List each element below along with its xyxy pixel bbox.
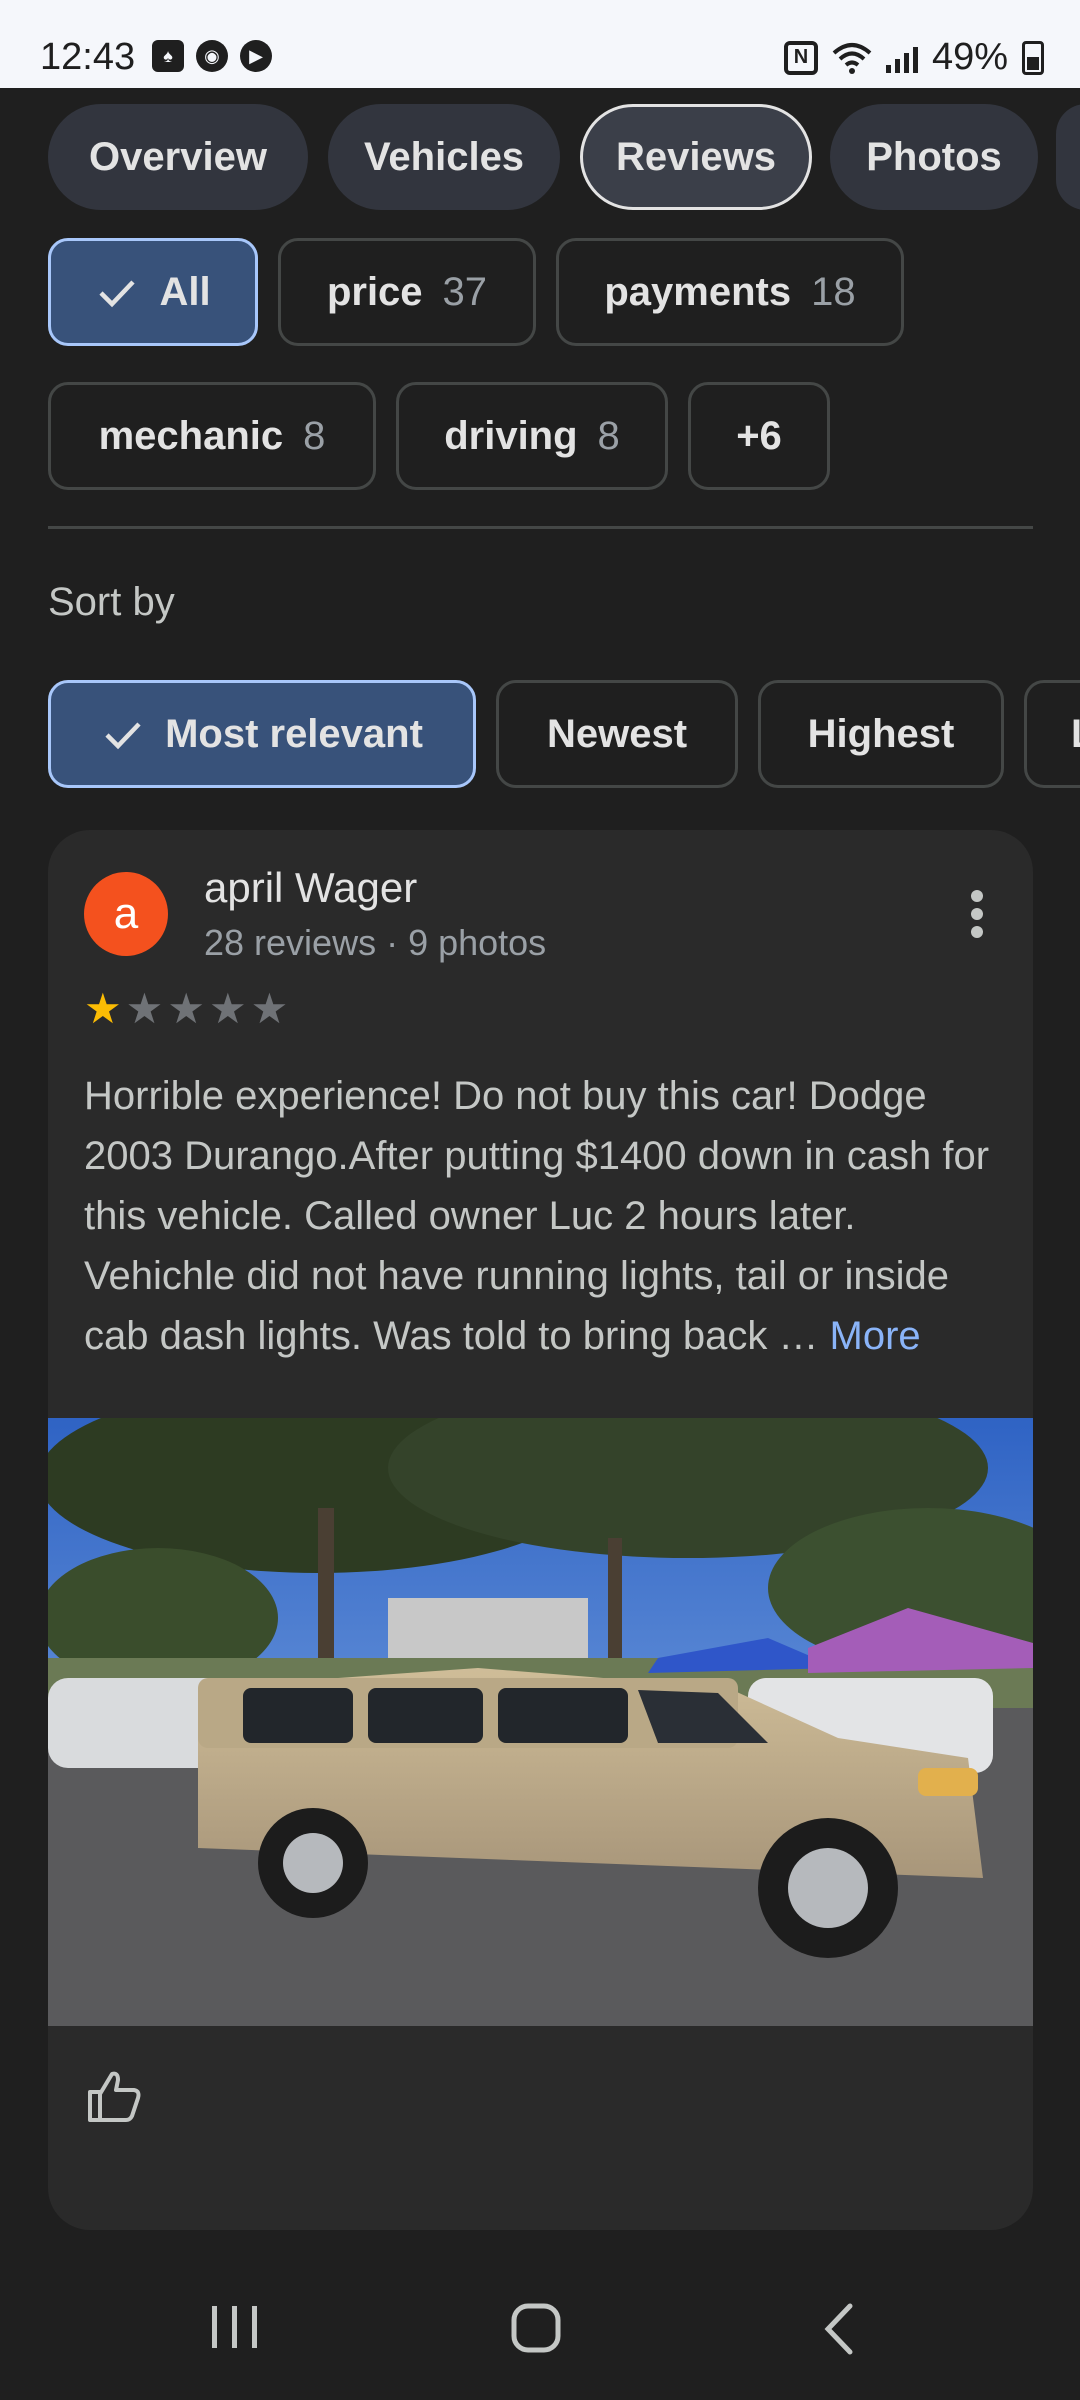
cards-icon: ♠: [152, 40, 184, 72]
star-icon: ★: [84, 985, 122, 1032]
sort-highest-chip[interactable]: Highest: [758, 680, 1004, 788]
chip-label: Most relevant: [165, 711, 423, 756]
play-icon: ▶: [240, 40, 272, 72]
back-icon[interactable]: [820, 2302, 856, 2356]
tab-photos[interactable]: Photos: [830, 104, 1038, 210]
star-icon: ★: [250, 985, 289, 1032]
filter-more-chip[interactable]: +6: [688, 382, 830, 490]
reviewer-name[interactable]: april Wager: [204, 864, 417, 912]
review-text: Horrible experience! Do not buy this car…: [84, 1066, 1004, 1366]
chip-count: 37: [442, 269, 488, 314]
nfc-icon: N: [783, 40, 818, 75]
review-card: a april Wager 28 reviews · 9 photos ★ ★ …: [48, 830, 1033, 2230]
sort-label: Sort by: [48, 580, 175, 624]
review-photo[interactable]: [48, 1418, 1033, 2026]
filter-mechanic-chip[interactable]: mechanic 8: [48, 382, 376, 490]
more-link[interactable]: More: [830, 1314, 921, 1358]
recent-apps-icon[interactable]: [208, 2304, 260, 2350]
status-bar: 12:43 ♠ ◉ ▶ N 49%: [0, 0, 1080, 88]
signal-icon: [885, 43, 918, 73]
reviewer-meta: 28 reviews · 9 photos: [204, 922, 547, 963]
star-icon: ★: [125, 985, 164, 1032]
chip-label: payments: [604, 269, 792, 314]
sort-most-relevant-chip[interactable]: Most relevant: [48, 680, 476, 788]
check-icon: [105, 722, 141, 750]
chip-label: driving: [444, 413, 578, 458]
filter-price-chip[interactable]: price 37: [278, 238, 536, 346]
sync-icon: ◉: [196, 40, 228, 72]
battery-percent: 49%: [931, 36, 1008, 78]
tab-more[interactable]: [1056, 104, 1080, 210]
tab-reviews[interactable]: Reviews: [580, 104, 812, 210]
star-icon: ★: [208, 985, 247, 1032]
sort-lowest-chip[interactable]: L: [1024, 680, 1080, 788]
sort-newest-chip[interactable]: Newest: [496, 680, 738, 788]
system-nav-bar: [0, 2254, 1080, 2400]
star-icon: ★: [167, 985, 205, 1032]
divider: [48, 526, 1033, 529]
star-rating: ★ ★ ★ ★ ★: [84, 988, 288, 1030]
chip-label: price: [326, 269, 423, 314]
home-icon[interactable]: [510, 2302, 562, 2354]
filter-all-chip[interactable]: All: [48, 238, 258, 346]
chip-label: All: [159, 269, 211, 314]
wifi-icon: [832, 42, 872, 74]
chip-label: mechanic: [98, 413, 284, 458]
chip-count: 8: [303, 413, 326, 458]
avatar[interactable]: a: [84, 872, 168, 956]
filter-payments-chip[interactable]: payments 18: [556, 238, 904, 346]
battery-icon: [1022, 40, 1044, 75]
thumbs-up-icon[interactable]: [84, 2066, 144, 2126]
clock: 12:43: [40, 36, 136, 78]
tab-overview[interactable]: Overview: [48, 104, 308, 210]
chip-count: 8: [597, 413, 620, 458]
more-options-icon[interactable]: [969, 890, 985, 938]
filter-driving-chip[interactable]: driving 8: [396, 382, 668, 490]
check-icon: [99, 280, 136, 308]
place-tabs: Overview Vehicles Reviews Photos: [0, 88, 1080, 233]
chip-count: 18: [811, 269, 856, 314]
tab-vehicles[interactable]: Vehicles: [328, 104, 560, 210]
